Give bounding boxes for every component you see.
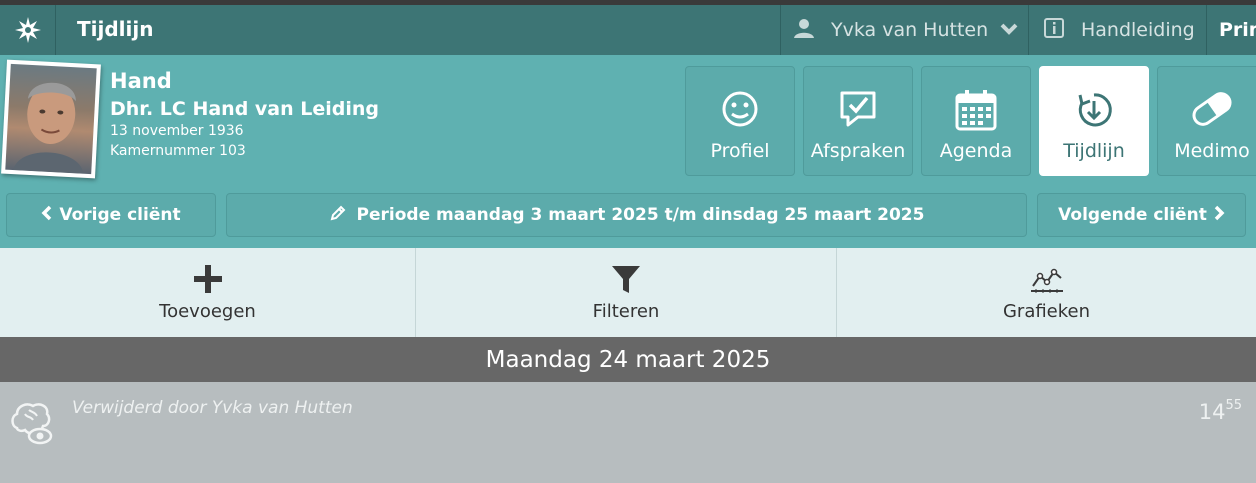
tile-profiel[interactable]: Profiel: [685, 66, 795, 176]
client-full-name: Dhr. LC Hand van Leiding: [110, 98, 380, 120]
user-name: Yvka van Hutten: [831, 19, 989, 41]
next-client-label: Volgende cliënt: [1058, 205, 1207, 225]
plus-icon: [193, 265, 222, 293]
tile-label: Medimo: [1174, 140, 1250, 162]
print-label: Prin: [1219, 19, 1256, 41]
info-icon: [1043, 17, 1065, 44]
manual-label: Handleiding: [1081, 19, 1195, 41]
smiley-icon: [722, 91, 758, 127]
client-header: Hand Dhr. LC Hand van Leiding 13 novembe…: [0, 55, 1256, 248]
pencil-icon: [329, 204, 347, 227]
period-label: Periode maandag 3 maart 2025 t/m dinsdag…: [356, 205, 925, 225]
observation-brain-icon: [7, 398, 55, 450]
tile-medimo[interactable]: Medimo: [1157, 66, 1256, 176]
charts-label: Grafieken: [1002, 301, 1091, 322]
entry-minute: 55: [1225, 398, 1242, 413]
chevron-down-icon: [1000, 19, 1018, 41]
tile-label: Afspraken: [810, 140, 906, 162]
period-button[interactable]: Periode maandag 3 maart 2025 t/m dinsdag…: [226, 193, 1027, 237]
manual-link[interactable]: Handleiding: [1028, 5, 1207, 55]
pill-icon: [1192, 92, 1232, 126]
print-button[interactable]: Prin: [1206, 5, 1256, 55]
filter-icon: [612, 266, 640, 293]
logo-icon[interactable]: [0, 5, 56, 55]
tile-agenda[interactable]: Agenda: [921, 66, 1031, 176]
filter-label: Filteren: [592, 301, 660, 322]
previous-client-button[interactable]: Vorige cliënt: [6, 193, 216, 237]
tile-afspraken[interactable]: Afspraken: [803, 66, 913, 176]
action-bar: Toevoegen Filteren Grafieken: [0, 248, 1256, 337]
tile-tijdlijn[interactable]: Tijdlijn: [1039, 66, 1149, 176]
timeline-entry[interactable]: Verwijderd door Yvka van Hutten 1455: [0, 382, 1256, 483]
client-photo: [1, 59, 101, 179]
tile-label: Agenda: [939, 140, 1013, 162]
client-room: Kamernummer 103: [110, 143, 246, 159]
speech-check-icon: [840, 91, 876, 127]
chevron-left-icon: [41, 205, 53, 226]
user-menu[interactable]: Yvka van Hutten: [780, 5, 1028, 55]
add-button[interactable]: Toevoegen: [0, 248, 416, 337]
calendar-icon: [955, 90, 997, 131]
tile-label: Profiel: [710, 140, 770, 162]
line-chart-icon: [1030, 268, 1063, 293]
client-short-name: Hand: [110, 69, 172, 93]
user-icon: [793, 17, 815, 44]
chevron-right-icon: [1213, 205, 1225, 226]
day-heading: Maandag 24 maart 2025: [0, 337, 1256, 382]
top-navigation-bar: Tijdlijn Yvka van Hutten Handleiding Pri…: [0, 5, 1256, 55]
entry-time: 1455: [1198, 398, 1242, 424]
entry-hour: 14: [1198, 400, 1226, 424]
client-birth-date: 13 november 1936: [110, 123, 244, 139]
entry-description: Verwijderd door Yvka van Hutten: [72, 398, 353, 418]
filter-button[interactable]: Filteren: [416, 248, 837, 337]
next-client-button[interactable]: Volgende cliënt: [1037, 193, 1246, 237]
charts-button[interactable]: Grafieken: [837, 248, 1256, 337]
add-label: Toevoegen: [159, 301, 256, 322]
previous-client-label: Vorige cliënt: [59, 205, 181, 225]
tile-label: Tijdlijn: [1063, 140, 1125, 162]
timeline-icon: [1078, 93, 1112, 127]
page-title: Tijdlijn: [77, 17, 154, 41]
